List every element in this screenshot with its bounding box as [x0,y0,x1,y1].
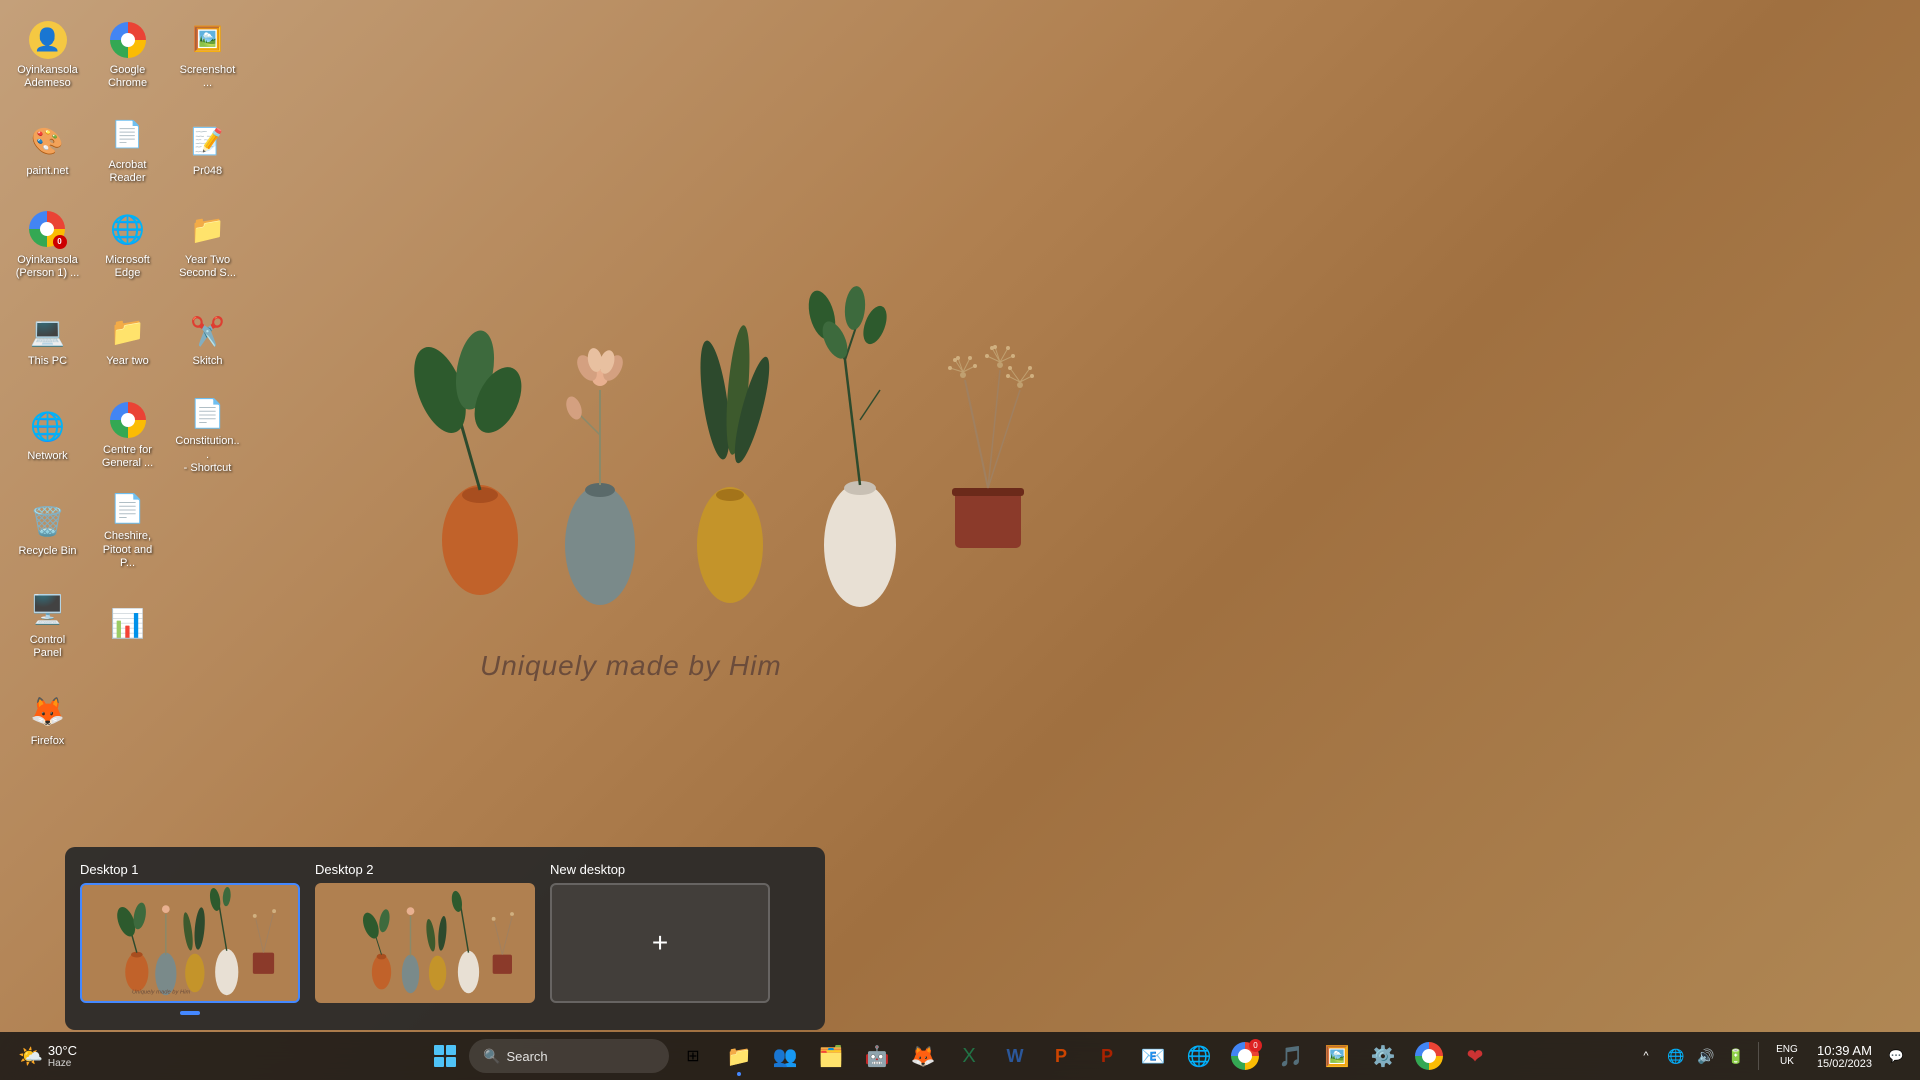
taskbar-powerpoint2[interactable]: P [1085,1034,1129,1078]
vdesktop-item-2[interactable]: Desktop 2 [315,862,535,1015]
taskbar-word[interactable]: W [993,1034,1037,1078]
taskbar-app3[interactable]: ❤ [1453,1034,1497,1078]
virtual-desktop-switcher: Desktop 1 [65,847,825,1030]
taskbar-app1[interactable]: 🌐 [1177,1034,1221,1078]
vdesktop-1-indicator [180,1011,200,1015]
vdesktop-new-thumb[interactable]: + [550,883,770,1003]
tray-divider [1758,1042,1759,1070]
weather-widget[interactable]: 🌤️ 30°C Haze [10,1041,85,1071]
taskbar-spotify[interactable]: 🎵 [1269,1034,1313,1078]
notifications-button[interactable]: 💬 [1882,1042,1910,1070]
task-view-button[interactable]: ⊞ [671,1034,715,1078]
vdesktop-2-thumb[interactable] [315,883,535,1003]
vdesktop-new-label: New desktop [550,862,770,877]
desktop: 👤 OyinkansolaAdemeso GoogleChrome 🖼️ Scr… [0,0,1920,1080]
vdesktop-1-label: Desktop 1 [80,862,300,877]
taskbar-teams[interactable]: 👥 [763,1034,807,1078]
taskbar-copilot[interactable]: 🤖 [855,1034,899,1078]
icon-firefox[interactable]: 🦊 Firefox [10,675,85,765]
icon-acrobat-reader[interactable]: 📄 AcrobatReader [90,105,165,195]
vdesktop-1-thumb[interactable]: Uniquely made by Him [80,883,300,1003]
sys-tray-icons: ^ 🌐 🔊 🔋 [1632,1042,1750,1070]
icon-year-two[interactable]: 📁 Year two [90,295,165,385]
chrome-badge: 0 [1249,1039,1262,1052]
search-icon: 🔍 [483,1048,500,1065]
sys-tray-battery[interactable]: 🔋 [1722,1042,1750,1070]
svg-text:Uniquely made by Him: Uniquely made by Him [132,989,190,995]
taskbar-photos[interactable]: 🖼️ [1315,1034,1359,1078]
vdesktop-item-1[interactable]: Desktop 1 [80,862,300,1015]
icon-constitution[interactable]: 📄 Constitution...- Shortcut [170,390,245,480]
icon-year-two-second[interactable]: 📁 Year TwoSecond S... [170,200,245,290]
add-desktop-icon: + [652,927,668,959]
wallpaper-tagline: Uniquely made by Him [480,650,782,682]
taskbar-mail[interactable]: 📧 [1131,1034,1175,1078]
icon-excel[interactable]: 📊 [90,580,165,670]
clock-time: 10:39 AM [1817,1043,1872,1058]
taskbar-search[interactable]: 🔍 Search [469,1039,669,1073]
icon-this-pc[interactable]: 💻 This PC [10,295,85,385]
taskbar: 🌤️ 30°C Haze 🔍 Search [0,1032,1920,1080]
icon-centre-general[interactable]: Centre forGeneral ... [90,390,165,480]
taskbar-excel[interactable]: X [947,1034,991,1078]
win-quad-tr [446,1045,456,1055]
taskbar-center-area: 🔍 Search ⊞ 📁 👥 🗂️ 🤖 🦊 [423,1034,1497,1078]
sys-tray-volume[interactable]: 🔊 [1692,1042,1720,1070]
sys-tray-chevron[interactable]: ^ [1632,1042,1660,1070]
icon-microsoft-edge[interactable]: 🌐 MicrosoftEdge [90,200,165,290]
taskbar-chrome-badge[interactable]: 0 [1223,1034,1267,1078]
sys-tray-lang[interactable]: ENG UK [1767,1044,1807,1068]
icon-google-chrome[interactable]: GoogleChrome [90,10,165,100]
win-quad-tl [434,1045,444,1055]
icon-recycle-bin[interactable]: 🗑️ Recycle Bin [10,485,85,575]
taskbar-chrome2[interactable] [1407,1034,1451,1078]
win-quad-br [446,1057,456,1067]
vdesktop-2-label: Desktop 2 [315,862,535,877]
icon-oyinkansola-person1[interactable]: 0 Oyinkansola(Person 1) ... [10,200,85,290]
win-quad-bl [434,1057,444,1067]
sys-tray-network[interactable]: 🌐 [1662,1042,1690,1070]
taskbar-file-explorer[interactable]: 📁 [717,1034,761,1078]
weather-icon: 🌤️ [18,1044,43,1069]
icon-screenshot[interactable]: 🖼️ Screenshot ... [170,10,245,100]
clock-widget[interactable]: 10:39 AM 15/02/2023 [1811,1041,1878,1072]
wallpaper-illustration [380,260,1080,640]
icon-pr048[interactable]: 📝 Pr048 [170,105,245,195]
weather-temp: 30°C [48,1043,77,1058]
weather-desc: Haze [48,1058,77,1069]
icon-network[interactable]: 🌐 Network [10,390,85,480]
icon-skitch[interactable]: ✂️ Skitch [170,295,245,385]
clock-date: 15/02/2023 [1817,1058,1872,1070]
taskbar-firefox[interactable]: 🦊 [901,1034,945,1078]
desktop-icons-area: 👤 OyinkansolaAdemeso GoogleChrome 🖼️ Scr… [10,10,245,765]
icon-paintnet[interactable]: 🎨 paint.net [10,105,85,195]
start-button[interactable] [423,1034,467,1078]
icon-cheshire[interactable]: 📄 Cheshire,Pitoot and P... [90,485,165,575]
search-text: Search [506,1049,547,1064]
icon-control-panel[interactable]: 🖥️ Control Panel [10,580,85,670]
taskbar-powerpoint[interactable]: P [1039,1034,1083,1078]
system-tray: ^ 🌐 🔊 🔋 ENG UK 10:39 AM 15/02/2023 💬 [1632,1041,1910,1072]
icon-user-profile[interactable]: 👤 OyinkansolaAdemeso [10,10,85,100]
taskbar-settings[interactable]: ⚙️ [1361,1034,1405,1078]
taskbar-file-manager[interactable]: 🗂️ [809,1034,853,1078]
vdesktop-item-new[interactable]: New desktop + [550,862,770,1015]
